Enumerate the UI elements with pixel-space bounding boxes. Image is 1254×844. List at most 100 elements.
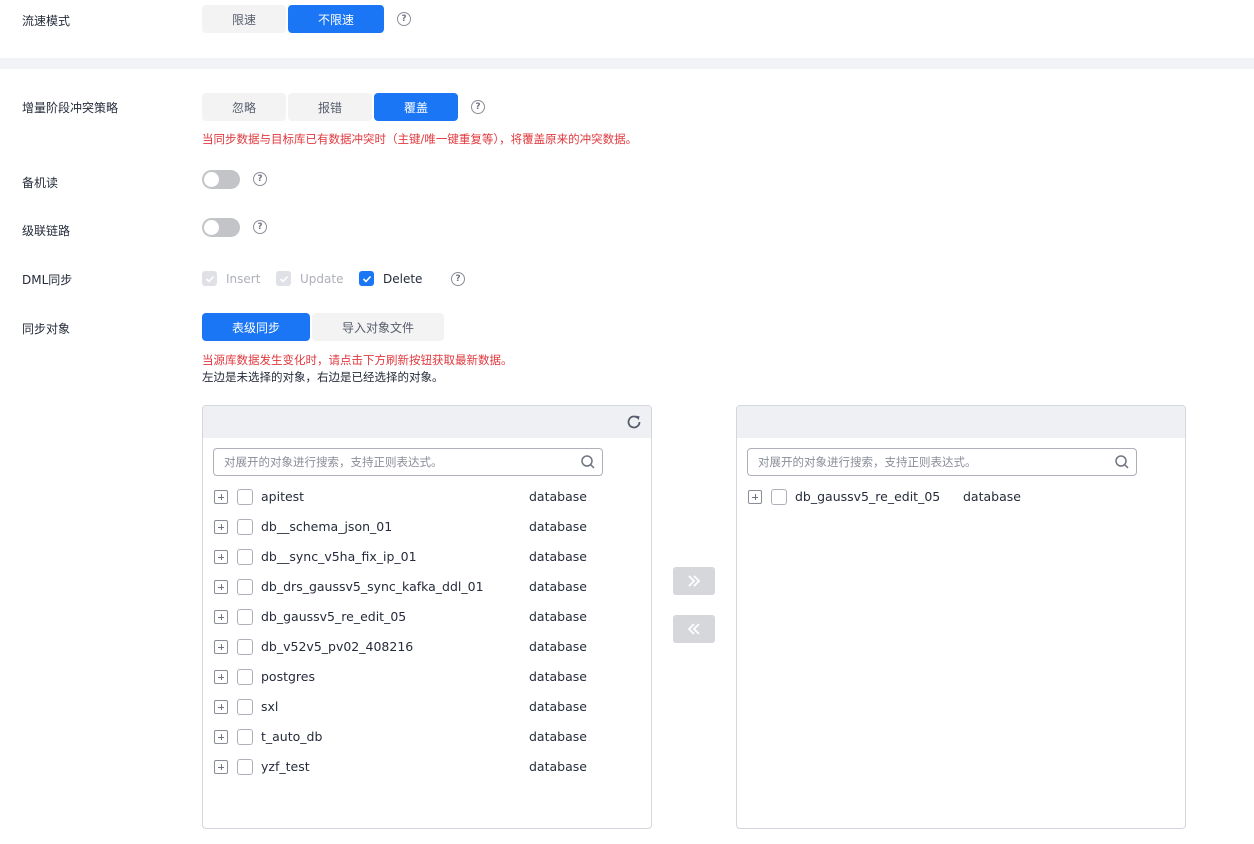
item-checkbox[interactable]: [237, 519, 253, 535]
item-name: db_v52v5_pv02_408216: [261, 639, 414, 654]
toggle-knob: [204, 172, 219, 187]
item-type: database: [529, 729, 587, 744]
unselected-search-box: [213, 448, 603, 476]
list-item: apitest database: [203, 487, 643, 507]
unselected-panel-header: [203, 406, 651, 438]
double-chevron-right-icon: [688, 575, 701, 587]
sync-objects-note-text: 左边是未选择的对象，右边是已经选择的对象。: [202, 370, 444, 384]
search-icon[interactable]: [580, 454, 596, 470]
toggle-knob: [204, 220, 219, 235]
item-type: database: [529, 609, 587, 624]
item-type: database: [529, 669, 587, 684]
item-name: apitest: [261, 489, 305, 504]
conflict-warning-text: 当同步数据与目标库已有数据冲突时（主键/唯一键重复等），将覆盖原来的冲突数据。: [202, 132, 638, 146]
list-item: db__sync_v5ha_fix_ip_01 database: [203, 547, 643, 567]
item-type: database: [529, 549, 587, 564]
item-type: database: [529, 639, 587, 654]
list-item: postgres database: [203, 667, 643, 687]
expand-icon[interactable]: [214, 640, 228, 654]
list-item: db_drs_gaussv5_sync_kafka_ddl_01 databas…: [203, 577, 643, 597]
selected-objects-panel: db_gaussv5_re_edit_05 database: [736, 405, 1186, 829]
dml-sync-help-icon[interactable]: ?: [451, 272, 465, 286]
cascade-link-toggle[interactable]: [202, 218, 240, 237]
item-checkbox[interactable]: [237, 669, 253, 685]
move-left-button[interactable]: [673, 615, 715, 643]
flow-mode-section: [0, 0, 1254, 58]
selected-panel-header: [737, 406, 1185, 438]
sync-objects-label: 同步对象: [22, 322, 71, 336]
unselected-search-input[interactable]: [214, 449, 564, 475]
item-checkbox[interactable]: [237, 639, 253, 655]
conflict-policy-label: 增量阶段冲突策略: [22, 101, 119, 115]
conflict-overwrite-button[interactable]: 覆盖: [374, 93, 458, 121]
item-checkbox[interactable]: [237, 579, 253, 595]
item-type: database: [529, 759, 587, 774]
expand-icon[interactable]: [214, 610, 228, 624]
item-name: db_drs_gaussv5_sync_kafka_ddl_01: [261, 579, 484, 594]
cascade-link-help-icon[interactable]: ?: [253, 220, 267, 234]
expand-icon[interactable]: [214, 670, 228, 684]
item-type: database: [529, 519, 587, 534]
item-type: database: [529, 579, 587, 594]
item-checkbox[interactable]: [237, 759, 253, 775]
item-name: db_gaussv5_re_edit_05: [795, 489, 941, 504]
refresh-icon[interactable]: [625, 413, 643, 431]
list-item: sxl database: [203, 697, 643, 717]
list-item: t_auto_db database: [203, 727, 643, 747]
item-name: sxl: [261, 699, 279, 714]
item-name: postgres: [261, 669, 315, 684]
expand-icon[interactable]: [214, 700, 228, 714]
expand-icon[interactable]: [214, 730, 228, 744]
item-name: db__schema_json_01: [261, 519, 393, 534]
dml-insert-checkbox[interactable]: [202, 271, 217, 286]
standby-read-help-icon[interactable]: ?: [253, 172, 267, 186]
expand-icon[interactable]: [214, 490, 228, 504]
move-right-button[interactable]: [673, 567, 715, 595]
conflict-ignore-button[interactable]: 忽略: [202, 93, 286, 121]
item-checkbox[interactable]: [237, 609, 253, 625]
list-item: db_gaussv5_re_edit_05 database: [737, 487, 1177, 507]
dml-delete-checkbox[interactable]: [359, 271, 374, 286]
dml-update-checkbox[interactable]: [276, 271, 291, 286]
selected-search-box: [747, 448, 1137, 476]
sync-objects-warning-text: 当源库数据发生变化时，请点击下方刷新按钮获取最新数据。: [202, 353, 513, 367]
item-checkbox[interactable]: [237, 549, 253, 565]
item-checkbox[interactable]: [771, 489, 787, 505]
dml-insert-label: Insert: [226, 272, 261, 286]
expand-icon[interactable]: [748, 490, 762, 504]
conflict-policy-help-icon[interactable]: ?: [471, 100, 485, 114]
item-type: database: [529, 489, 587, 504]
standby-read-toggle[interactable]: [202, 170, 240, 189]
list-item: yzf_test database: [203, 757, 643, 777]
conflict-error-button[interactable]: 报错: [288, 93, 372, 121]
search-icon[interactable]: [1114, 454, 1130, 470]
flow-mode-limited-button[interactable]: 限速: [202, 5, 286, 33]
check-icon: [362, 275, 371, 283]
tab-table-level-sync[interactable]: 表级同步: [202, 313, 310, 341]
dml-sync-label: DML同步: [22, 273, 73, 287]
cascade-link-label: 级联链路: [22, 224, 71, 238]
flow-mode-help-icon[interactable]: ?: [397, 12, 411, 26]
list-item: db_gaussv5_re_edit_05 database: [203, 607, 643, 627]
standby-read-label: 备机读: [22, 176, 59, 190]
double-chevron-left-icon: [687, 623, 700, 635]
expand-icon[interactable]: [214, 580, 228, 594]
flow-mode-unlimited-button[interactable]: 不限速: [288, 5, 384, 33]
expand-icon[interactable]: [214, 760, 228, 774]
check-icon: [279, 275, 288, 283]
item-checkbox[interactable]: [237, 699, 253, 715]
selected-search-input[interactable]: [748, 449, 1098, 475]
item-type: database: [963, 489, 1021, 504]
section-divider: [0, 58, 1254, 69]
expand-icon[interactable]: [214, 550, 228, 564]
tab-import-object-file[interactable]: 导入对象文件: [312, 313, 444, 341]
list-item: db_v52v5_pv02_408216 database: [203, 637, 643, 657]
item-name: t_auto_db: [261, 729, 323, 744]
item-checkbox[interactable]: [237, 489, 253, 505]
item-name: db__sync_v5ha_fix_ip_01: [261, 549, 417, 564]
expand-icon[interactable]: [214, 520, 228, 534]
item-checkbox[interactable]: [237, 729, 253, 745]
item-name: yzf_test: [261, 759, 310, 774]
list-item: db__schema_json_01 database: [203, 517, 643, 537]
flow-mode-label: 流速模式: [22, 14, 71, 28]
